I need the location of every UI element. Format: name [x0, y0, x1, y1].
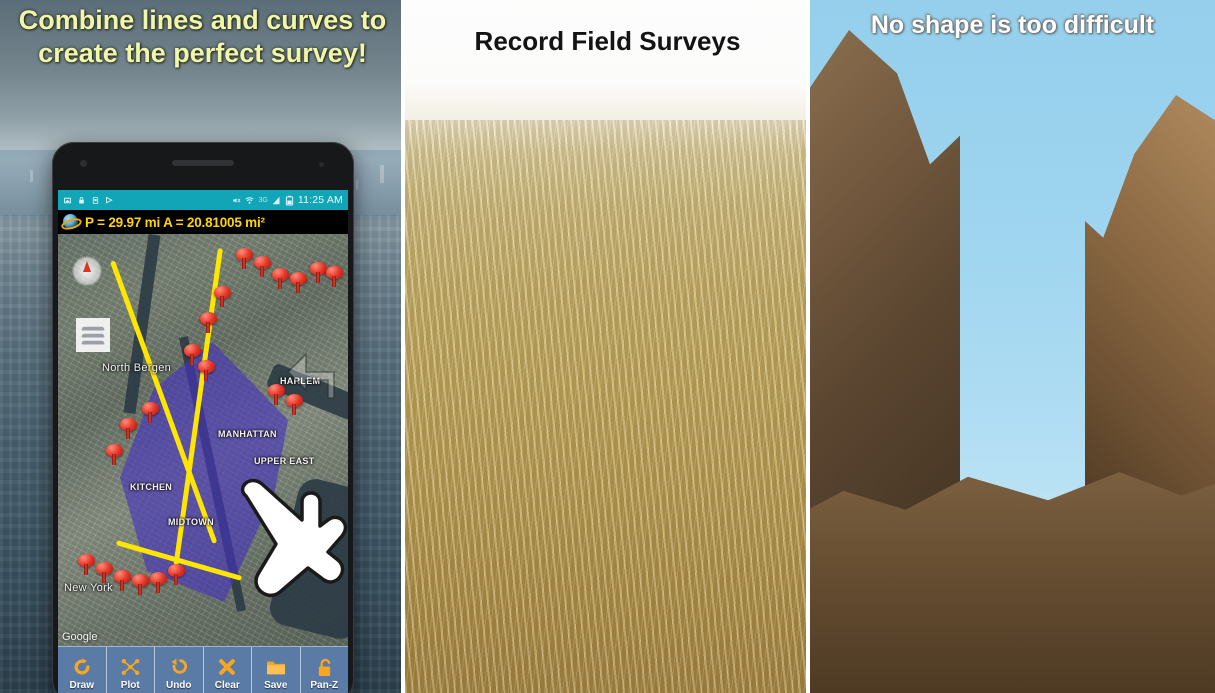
- save-folder-icon: [265, 655, 287, 679]
- survey-marker[interactable]: [168, 564, 185, 585]
- clear-button-1[interactable]: Clear: [203, 647, 252, 693]
- measurement-bar-1: P = 29.97 mi A = 20.81005 mi²: [58, 210, 348, 234]
- globe-icon: [60, 213, 83, 232]
- survey-marker[interactable]: [78, 554, 95, 575]
- wifi-icon: [245, 196, 255, 204]
- toolbar-label: Save: [264, 680, 288, 691]
- signal-icon: [272, 196, 280, 204]
- survey-marker[interactable]: [150, 572, 167, 593]
- vpn-icon: [106, 196, 113, 203]
- toolbar-label: Undo: [165, 680, 192, 691]
- promo-panel-1: Combine lines and curves to create the p…: [0, 0, 405, 693]
- layers-icon[interactable]: [76, 318, 110, 352]
- survey-marker[interactable]: [326, 266, 343, 287]
- google-watermark-1: Google: [62, 631, 98, 643]
- map-label-midtown: MIDTOWN: [168, 517, 214, 527]
- panel-3-background: [810, 0, 1215, 693]
- mute-icon: [233, 197, 241, 203]
- survey-marker[interactable]: [214, 286, 231, 307]
- android-status-bar-1: 3G 11:25 AM: [58, 190, 348, 210]
- survey-marker[interactable]: [268, 384, 285, 405]
- pan-arrow-icon[interactable]: [284, 350, 336, 402]
- front-camera-icon: [80, 160, 87, 167]
- pan-zoom-button-1[interactable]: Pan-Z: [300, 647, 348, 693]
- status-bar-clock-1: 11:25 AM: [297, 194, 343, 206]
- survey-marker[interactable]: [120, 418, 137, 439]
- promo-panel-2: Record Field Surveys Walking Survey: [405, 0, 810, 693]
- undo-button-1[interactable]: Undo: [155, 647, 204, 693]
- survey-marker[interactable]: [132, 574, 149, 595]
- survey-marker[interactable]: [236, 248, 253, 269]
- map-label-kitchen: KITCHEN: [130, 482, 173, 492]
- lock-open-icon: [316, 655, 333, 679]
- map-label-north-bergen: North Bergen: [102, 362, 172, 374]
- map-label-upper-east: UPPER EAST: [254, 456, 315, 466]
- plot-button-1[interactable]: Plot: [106, 647, 155, 693]
- battery-icon: [285, 195, 293, 205]
- promo-panel-3: No shape is too difficult: [810, 0, 1215, 693]
- phone-1-top-bezel: [52, 142, 354, 190]
- app-toolbar-1: Draw Plot Undo Clear Save Pan-Z: [58, 646, 348, 693]
- survey-marker[interactable]: [198, 360, 215, 381]
- survey-marker[interactable]: [96, 562, 113, 583]
- measurement-text-1: P = 29.97 mi A = 20.81005 mi²: [85, 214, 265, 230]
- toolbar-label: Clear: [214, 680, 240, 691]
- sim-icon: [92, 196, 99, 204]
- toolbar-label: Draw: [69, 680, 94, 691]
- hand-cursor: [216, 468, 366, 638]
- map-label-new-york: New York: [64, 582, 113, 594]
- survey-marker[interactable]: [200, 312, 217, 333]
- panel-2-background: [405, 0, 810, 693]
- draw-icon: [72, 655, 92, 679]
- toolbar-label: Pan-Z: [310, 680, 339, 691]
- survey-marker[interactable]: [310, 262, 327, 283]
- survey-marker[interactable]: [272, 268, 289, 289]
- sync-icon: [64, 197, 71, 203]
- undo-icon: [169, 655, 189, 679]
- save-button-1[interactable]: Save: [252, 647, 301, 693]
- lock-icon: [79, 196, 84, 203]
- survey-marker[interactable]: [114, 570, 131, 591]
- map-label-manhattan: MANHATTAN: [218, 429, 277, 439]
- proximity-sensor-icon: [319, 162, 324, 167]
- toolbar-label: Plot: [120, 680, 140, 691]
- clear-icon: [217, 655, 237, 679]
- plot-icon: [120, 655, 141, 679]
- survey-marker[interactable]: [290, 272, 307, 293]
- compass-rose-icon[interactable]: [72, 256, 102, 286]
- survey-marker[interactable]: [106, 444, 123, 465]
- survey-marker[interactable]: [142, 402, 159, 423]
- network-type-icon: 3G: [258, 196, 268, 204]
- survey-marker[interactable]: [254, 256, 271, 277]
- draw-button-1[interactable]: Draw: [58, 647, 107, 693]
- earpiece-speaker: [172, 160, 234, 166]
- screenshot-root: Combine lines and curves to create the p…: [0, 0, 1215, 693]
